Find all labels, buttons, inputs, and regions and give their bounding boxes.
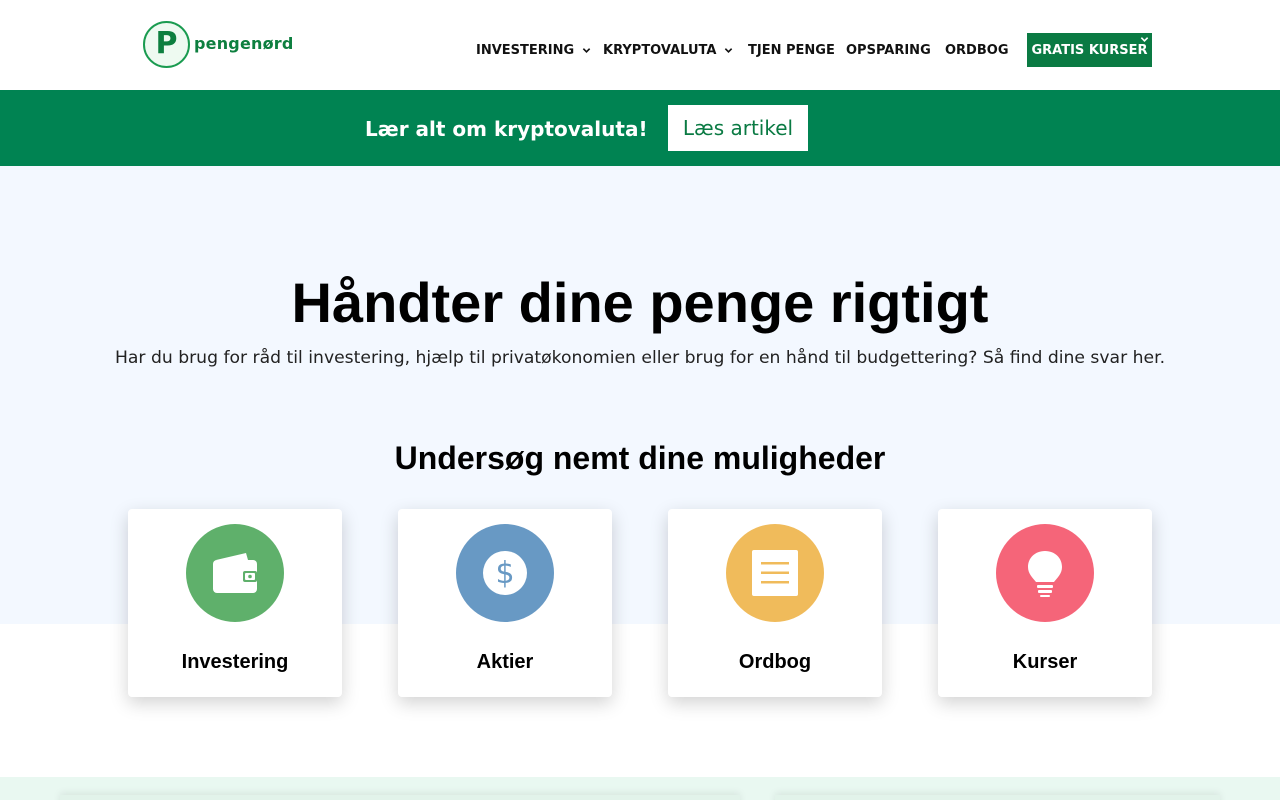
site-logo[interactable]: P pengenørd <box>143 21 294 68</box>
banner-text: Lær alt om kryptovaluta! <box>365 117 648 141</box>
next-section-card <box>775 795 1220 800</box>
hero-title: Håndter dine penge rigtigt <box>291 271 989 334</box>
nav-item-tjen-penge[interactable]: TJEN PENGE <box>748 43 835 58</box>
promo-banner: Lær alt om kryptovaluta! Læs artikel <box>0 90 1280 166</box>
nav-item-ordbog[interactable]: ORDBOG <box>945 43 1008 58</box>
cta-label: GRATIS KURSER <box>1031 42 1148 58</box>
read-article-button[interactable]: Læs artikel <box>668 105 808 151</box>
gratis-kurser-button[interactable]: GRATIS KURSER <box>1027 33 1152 67</box>
chevron-down-icon <box>582 47 591 53</box>
svg-text:$: $ <box>495 556 514 591</box>
nav-item-label: KRYPTOVALUTA <box>603 42 717 58</box>
site-header: P pengenørd INVESTERING KRYPTOVALUTA TJE… <box>0 0 1280 90</box>
hero-subtitle: Har du brug for råd til investering, hjæ… <box>114 348 1166 368</box>
card-label: Kurser <box>1012 651 1078 673</box>
logo-wordmark: pengenørd <box>194 34 294 53</box>
card-kurser[interactable]: Kurser <box>938 509 1152 697</box>
dollar-icon: $ <box>456 524 554 622</box>
wallet-icon <box>186 524 284 622</box>
chevron-down-icon <box>725 47 733 53</box>
next-section-card <box>60 795 740 800</box>
card-aktier[interactable]: $ Aktier <box>398 509 612 697</box>
nav-item-label: TJEN PENGE <box>748 42 835 58</box>
nav-item-kryptovaluta[interactable]: KRYPTOVALUTA <box>603 43 733 58</box>
nav-item-label: ORDBOG <box>945 42 1009 58</box>
document-icon <box>726 524 824 622</box>
nav-item-opsparing[interactable]: OPSPARING <box>846 43 931 58</box>
nav-item-label: OPSPARING <box>846 42 931 58</box>
card-label: Investering <box>181 651 289 673</box>
nav-item-investering[interactable]: INVESTERING <box>476 43 591 58</box>
section-title: Undersøg nemt dine muligheder <box>394 440 886 476</box>
lightbulb-icon <box>996 524 1094 622</box>
card-label: Aktier <box>476 651 534 673</box>
card-label: Ordbog <box>738 651 812 673</box>
card-investering[interactable]: Investering <box>128 509 342 697</box>
nav-item-label: INVESTERING <box>476 42 575 58</box>
logo-mark: P <box>143 21 190 68</box>
card-ordbog[interactable]: Ordbog <box>668 509 882 697</box>
logo-letter: P <box>155 25 178 61</box>
chevron-down-icon <box>1140 37 1149 42</box>
